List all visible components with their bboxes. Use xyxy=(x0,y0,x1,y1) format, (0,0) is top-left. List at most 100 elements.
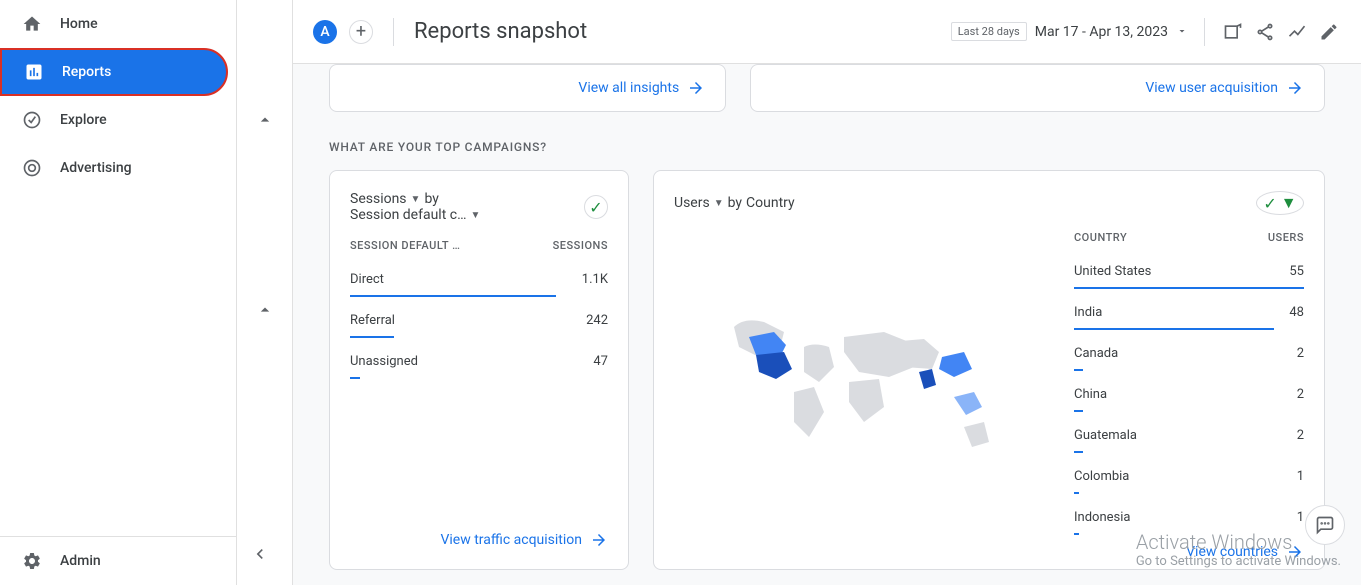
reports-icon xyxy=(22,60,46,84)
insights-icon[interactable] xyxy=(1285,20,1309,44)
sessions-dimension-selector[interactable]: Session default c… ▼ xyxy=(350,207,480,223)
explore-icon xyxy=(20,108,44,132)
edit-icon[interactable] xyxy=(1317,20,1341,44)
nav-advertising[interactable]: Advertising xyxy=(0,144,228,192)
date-range-label: Last 28 days xyxy=(951,22,1027,41)
view-insights-link[interactable]: View all insights xyxy=(578,79,705,97)
divider xyxy=(1204,18,1205,46)
table-row[interactable]: Guatemala2 xyxy=(1074,420,1304,451)
divider xyxy=(393,18,394,46)
home-icon xyxy=(20,12,44,36)
gear-icon xyxy=(20,549,44,573)
date-range-value: Mar 17 - Apr 13, 2023 xyxy=(1035,24,1168,40)
nav-reports[interactable]: Reports xyxy=(0,48,228,96)
row-label: Referral xyxy=(350,313,586,328)
table-row[interactable]: China2 xyxy=(1074,379,1304,410)
bar-indicator xyxy=(350,295,556,297)
row-label: Direct xyxy=(350,272,582,287)
date-range-picker[interactable]: Last 28 days Mar 17 - Apr 13, 2023 xyxy=(951,22,1188,41)
bar-indicator xyxy=(1074,492,1079,494)
bar-indicator xyxy=(350,377,360,379)
table-row[interactable]: India48 xyxy=(1074,297,1304,328)
row-value: 1 xyxy=(1297,469,1304,484)
chevron-up-icon[interactable] xyxy=(255,110,275,134)
sidebar: Home Reports Explore Advertising Admin xyxy=(0,0,236,585)
link-label: View user acquisition xyxy=(1145,80,1278,96)
chevron-up-icon[interactable] xyxy=(255,300,275,324)
bar-indicator xyxy=(1074,533,1079,535)
add-comparison-button[interactable]: + xyxy=(349,20,373,44)
metric-label: Users xyxy=(674,195,710,211)
nav-explore[interactable]: Explore xyxy=(0,96,228,144)
check-icon[interactable]: ✓ xyxy=(584,195,608,219)
insights-card: View all insights xyxy=(329,64,726,112)
secondary-panel xyxy=(237,0,293,585)
view-user-acquisition-link[interactable]: View user acquisition xyxy=(1145,79,1304,97)
bar-indicator xyxy=(1074,287,1304,289)
account-badge[interactable]: A xyxy=(313,20,337,44)
row-value: 242 xyxy=(586,313,608,328)
row-label: India xyxy=(1074,305,1289,320)
table-row[interactable]: Indonesia1 xyxy=(1074,502,1304,533)
chevron-down-icon: ▼ xyxy=(714,198,724,209)
section-title: WHAT ARE YOUR TOP CAMPAIGNS? xyxy=(329,140,1325,154)
row-value: 47 xyxy=(593,354,608,369)
sessions-card: Sessions ▼ by Session default c… ▼ ✓ xyxy=(329,170,629,570)
watermark-sub: Go to Settings to activate Windows. xyxy=(1136,554,1341,569)
arrow-right-icon xyxy=(1286,79,1304,97)
column-header: SESSION DEFAULT … xyxy=(350,239,460,252)
row-label: Guatemala xyxy=(1074,428,1297,443)
nav-label: Explore xyxy=(60,112,107,128)
sessions-metric-selector[interactable]: Sessions ▼ by xyxy=(350,191,480,207)
header: A + Reports snapshot Last 28 days Mar 17… xyxy=(293,0,1361,64)
check-icon: ✓ xyxy=(1263,194,1276,213)
share-icon[interactable] xyxy=(1253,20,1277,44)
row-label: Unassigned xyxy=(350,354,593,369)
view-traffic-acquisition-link[interactable]: View traffic acquisition xyxy=(440,531,608,549)
by-text: by xyxy=(728,195,742,211)
table-row[interactable]: Unassigned47 xyxy=(350,346,608,377)
row-value: 2 xyxy=(1297,428,1304,443)
row-value: 48 xyxy=(1289,305,1304,320)
page-title: Reports snapshot xyxy=(414,19,587,44)
by-text: by xyxy=(424,191,438,207)
table-row[interactable]: Canada2 xyxy=(1074,338,1304,369)
dimension-label: Session default c… xyxy=(350,207,466,223)
card-options[interactable]: ✓ ▼ xyxy=(1256,191,1304,215)
column-header: USERS xyxy=(1268,231,1304,244)
nav-label: Home xyxy=(60,16,98,32)
nav-label: Admin xyxy=(60,553,101,569)
chevron-down-icon: ▼ xyxy=(470,210,480,221)
column-header: COUNTRY xyxy=(1074,231,1127,244)
row-value: 55 xyxy=(1289,264,1304,279)
dimension-label: Country xyxy=(746,195,795,211)
table-row[interactable]: Colombia1 xyxy=(1074,461,1304,492)
metric-label: Sessions xyxy=(350,191,407,207)
bar-indicator xyxy=(1074,369,1083,371)
column-header: SESSIONS xyxy=(553,239,608,252)
feedback-button[interactable] xyxy=(1305,505,1345,545)
users-metric-selector[interactable]: Users ▼ by Country xyxy=(674,195,795,211)
row-value: 1.1K xyxy=(582,272,608,287)
nav-label: Reports xyxy=(62,64,111,80)
bar-indicator xyxy=(1074,451,1083,453)
world-map xyxy=(674,231,1054,543)
table-row[interactable]: United States55 xyxy=(1074,256,1304,287)
bar-indicator xyxy=(1074,328,1274,330)
nav-home[interactable]: Home xyxy=(0,0,228,48)
customize-icon[interactable] xyxy=(1221,20,1245,44)
table-row[interactable]: Direct1.1K xyxy=(350,264,608,295)
bar-indicator xyxy=(350,336,394,338)
row-value: 2 xyxy=(1297,387,1304,402)
chevron-down-icon: ▼ xyxy=(411,194,421,205)
row-label: Canada xyxy=(1074,346,1297,361)
main-area: A + Reports snapshot Last 28 days Mar 17… xyxy=(236,0,1361,585)
chevron-down-icon xyxy=(1176,22,1188,41)
nav-admin[interactable]: Admin xyxy=(0,537,228,585)
chevron-down-icon: ▼ xyxy=(1281,193,1297,213)
row-value: 2 xyxy=(1297,346,1304,361)
arrow-right-icon xyxy=(590,531,608,549)
bar-indicator xyxy=(1074,410,1083,412)
collapse-panel-button[interactable] xyxy=(245,539,275,569)
table-row[interactable]: Referral242 xyxy=(350,305,608,336)
